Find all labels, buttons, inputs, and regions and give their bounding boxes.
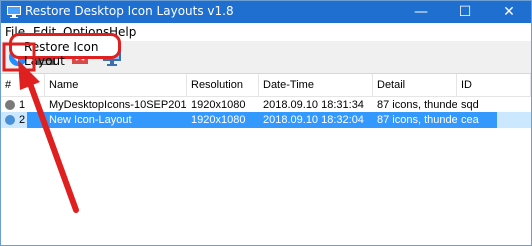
row-number: 1 [19, 99, 26, 111]
column-header-resolution[interactable]: Resolution [187, 74, 259, 96]
row-id: cea [461, 114, 479, 126]
row-resolution: 1920x1080 [191, 99, 246, 111]
row-detail: 87 icons, thunder [377, 99, 457, 111]
row-number: 2 [19, 114, 26, 126]
desktop-icon [7, 5, 21, 19]
column-header-datetime[interactable]: Date-Time [259, 74, 373, 96]
minimize-button[interactable]: — [399, 1, 443, 23]
window-title: Restore Desktop Icon Layouts v1.8 [25, 4, 234, 18]
row-datetime: 2018.09.10 18:31:34 [263, 99, 364, 111]
row-resolution: 1920x1080 [191, 114, 246, 126]
table-row-selected[interactable]: 2 New Icon-Layout 1920x1080 2018.09.10 1… [1, 112, 531, 128]
row-name: MyDesktopIcons-10SEP2018 [49, 99, 187, 111]
table-row[interactable]: 1 MyDesktopIcons-10SEP2018 1920x1080 201… [1, 97, 531, 113]
table-header: # Name Resolution Date-Time Detail ID [1, 74, 531, 97]
tooltip-text: Restore Icon Layout [24, 40, 99, 68]
close-button[interactable]: ✕ [487, 1, 531, 23]
row-id: sqd [461, 99, 479, 111]
row-detail: 87 icons, thunder [377, 114, 457, 126]
row-name: New Icon-Layout [49, 114, 132, 126]
app-window: Restore Desktop Icon Layouts v1.8 — ☐ ✕ … [0, 0, 532, 246]
title-bar: Restore Desktop Icon Layouts v1.8 — ☐ ✕ [1, 1, 531, 23]
column-header-number[interactable]: # [1, 74, 45, 96]
column-header-detail[interactable]: Detail [373, 74, 457, 96]
column-header-name[interactable]: Name [45, 74, 187, 96]
tooltip-callout: Restore Icon Layout [9, 33, 121, 68]
maximize-button[interactable]: ☐ [443, 1, 487, 23]
row-status-dot [5, 115, 15, 125]
column-header-id[interactable]: ID [457, 74, 531, 96]
row-status-dot [5, 100, 15, 110]
row-datetime: 2018.09.10 18:32:04 [263, 114, 364, 126]
